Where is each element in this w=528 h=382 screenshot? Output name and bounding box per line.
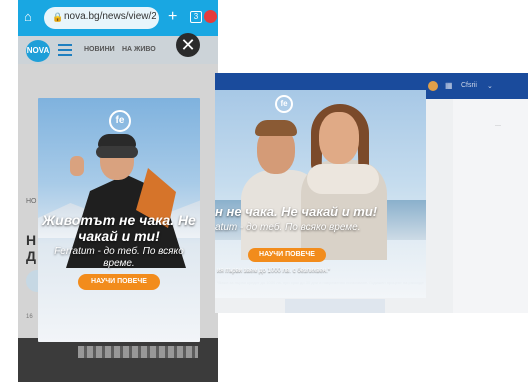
hamburger-menu-icon[interactable] (58, 44, 72, 56)
ad-subline: Ferratum - до теб. По всяко време. (54, 246, 184, 269)
mobile-ad-popup[interactable]: fe Животът не чака. Не чакай и ти! Ferra… (38, 98, 200, 342)
extension-icon[interactable] (204, 10, 217, 23)
background-thumbnail-detail (78, 346, 198, 358)
user-avatar[interactable] (428, 81, 438, 91)
learn-more-button[interactable]: НАУЧИ ПОВЕЧЕ (78, 274, 160, 290)
background-headline-line1: Н (26, 232, 37, 248)
address-bar[interactable]: 🔒 nova.bg/news/view/2 (44, 7, 159, 29)
ferratum-logo-icon: fe (275, 95, 293, 113)
ad-subline: atum - до теб. По всяко време. (215, 222, 361, 233)
background-breadcrumb: НО (26, 198, 37, 205)
background-video-thumbnail (18, 338, 218, 382)
mobile-browser-toolbar: ⌂ 🔒 nova.bg/news/view/2 + 3 (18, 0, 218, 36)
nav-item-live[interactable]: НА ЖИВО (122, 46, 156, 53)
ad-headline: Животът не чака. Не чакай и ти! (42, 212, 196, 244)
nav-item-news[interactable]: НОВИНИ (84, 46, 115, 53)
background-meta: 16 (26, 314, 33, 320)
ad-woman-face (319, 112, 359, 164)
close-ad-button[interactable]: ✕ (176, 33, 200, 57)
tab-switcher-button[interactable]: 3 (190, 11, 202, 23)
sidebar-text: ··· (495, 123, 501, 129)
desktop-ad-popup[interactable]: fe н не чака. Не чакай и ти! atum - до т… (215, 90, 426, 298)
screenshot-stage: ⌂ 🔒 nova.bg/news/view/2 + 3 NOVA НОВИНИ … (0, 0, 528, 382)
background-content-strip (285, 299, 385, 313)
learn-more-button[interactable]: НАУЧИ ПОВЕЧЕ (248, 248, 326, 262)
lock-icon: 🔒 (52, 12, 64, 22)
ad-fine-print: *Важи за първи кредит до 1000 лв. при ср… (217, 280, 424, 285)
chevron-down-icon[interactable]: ⌄ (487, 82, 493, 90)
background-headline-line2: Д (26, 248, 36, 264)
ferratum-logo-icon: fe (109, 110, 131, 132)
user-name[interactable]: Cfsrii (461, 82, 477, 89)
home-icon[interactable]: ⌂ (24, 10, 38, 24)
ad-skier-goggles (96, 146, 138, 158)
ad-headline: н не чака. Не чакай и ти! (215, 204, 378, 219)
ad-woman-scarf (307, 164, 379, 194)
nova-logo[interactable]: NOVA (26, 40, 50, 62)
ad-man-hair (255, 120, 297, 136)
new-tab-button[interactable]: + (168, 8, 177, 26)
grid-icon[interactable]: ▦ (445, 81, 453, 90)
desktop-sidebar (453, 99, 528, 313)
ad-promo-text: ия първи заем до 1000 лв. с безлихвен.* (217, 268, 331, 274)
ad-skier-hand (70, 156, 84, 176)
address-bar-url: nova.bg/news/view/2 (64, 11, 156, 22)
